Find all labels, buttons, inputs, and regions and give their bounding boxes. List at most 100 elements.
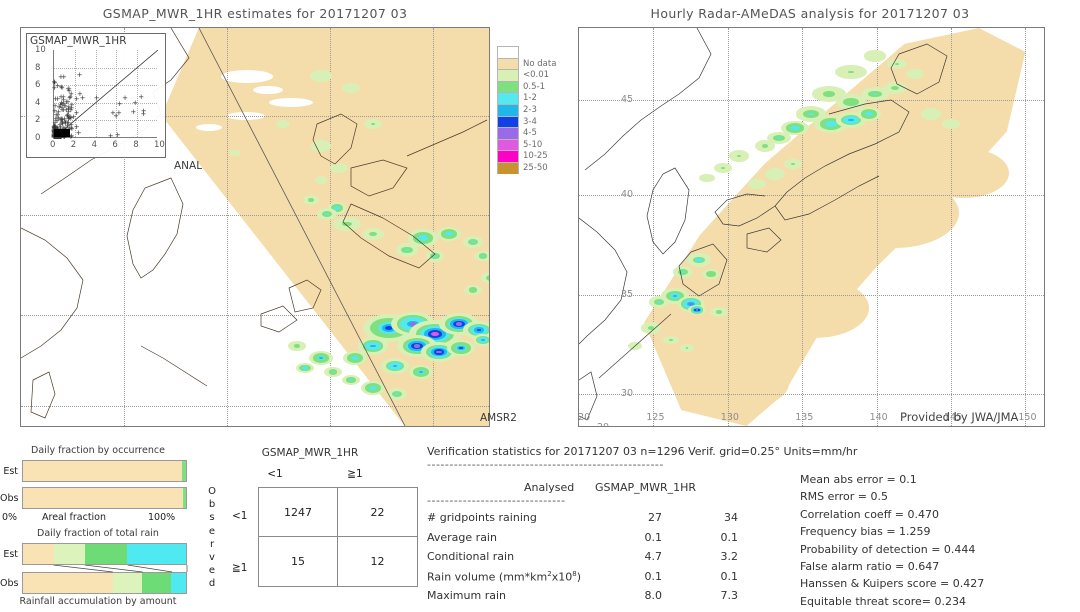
- bar-segment: [23, 544, 54, 564]
- legend-swatch: [497, 161, 519, 174]
- stat-row-label: Conditional rain: [427, 550, 515, 563]
- bar-segment: [127, 544, 186, 564]
- score-line: Equitable threat score= 0.234: [800, 594, 966, 608]
- longitude-tick: 135: [795, 412, 814, 423]
- precip-color-legend: No data <0.01 0.5-1 1-2 2-3 3-4 4-5 5-10 10-25 25…: [497, 46, 556, 174]
- contingency-cell[interactable]: 22: [338, 488, 417, 537]
- legend-label: 3-4: [523, 116, 537, 127]
- bar-segment: [182, 488, 186, 508]
- bar-segment: [171, 573, 186, 593]
- stats-rule-mid: -------------------------------: [427, 494, 566, 507]
- stat-row-label: Maximum rain: [427, 589, 506, 602]
- legend-swatch: [497, 69, 519, 81]
- contingency-table[interactable]: 1247 22 15 12: [258, 487, 418, 587]
- stat-value-estimate: 0.1: [720, 569, 739, 583]
- legend-label: <0.01: [523, 70, 550, 81]
- legend-label: 2-3: [523, 105, 537, 115]
- scatter-y-tick: 4: [35, 97, 41, 108]
- bar-segment: [141, 573, 172, 593]
- contingency-title: GSMAP_MWR_1HR: [261, 447, 359, 459]
- radar-amedas-map[interactable]: 4540353012012513013514014515020: [578, 27, 1045, 427]
- bar-chart-title: Daily fraction by occurrence: [31, 445, 165, 456]
- bar-track: [22, 487, 187, 509]
- contingency-row-header-1: ≧1: [232, 562, 248, 574]
- stats-header: Verification statistics for 20171207 03 …: [427, 445, 858, 458]
- bar-segment: [53, 544, 85, 564]
- score-line: Frequency bias = 1.259: [800, 525, 931, 539]
- contingency-cell[interactable]: 12: [338, 537, 417, 586]
- right-panel-title: Hourly Radar-AMeDAS analysis for 2017120…: [650, 6, 970, 21]
- stat-value-estimate: 3.2: [720, 550, 739, 563]
- legend-swatch: [497, 127, 519, 139]
- scatter-x-tick: 2: [70, 140, 77, 150]
- contingency-cell[interactable]: 1247: [259, 488, 338, 537]
- contingency-row-header-0: <1: [232, 510, 248, 522]
- score-line: Probability of detection = 0.444: [800, 542, 976, 556]
- scatter-y-tick: 6: [35, 80, 41, 91]
- stats-rule-top: ----------------------------------------…: [427, 458, 664, 471]
- legend-label: 0.5-1: [523, 81, 545, 92]
- legend-swatch: [497, 150, 519, 162]
- stats-col-header-estimate: GSMAP_MWR_1HR: [595, 481, 697, 494]
- bar-row-label: Est: [3, 549, 18, 560]
- legend-swatch: [497, 103, 519, 116]
- bar-chart-title: Daily fraction of total rain: [37, 528, 159, 539]
- stats-col-header-analysed: Analysed: [524, 481, 575, 494]
- stat-value-analysed: 4.7: [644, 550, 663, 563]
- left-panel-title: GSMAP_MWR_1HR estimates for 20171207 03: [102, 6, 408, 21]
- stat-value-analysed: 0.1: [644, 530, 663, 544]
- bar-segment: [23, 461, 182, 481]
- bar-segment: [181, 461, 186, 481]
- anal-label: ANAL: [174, 160, 203, 172]
- longitude-tick: 150: [1018, 412, 1037, 423]
- legend-label: 25-50: [523, 163, 548, 173]
- contingency-col-header-0: <1: [267, 468, 283, 480]
- legend-swatch: [497, 115, 519, 128]
- score-line: False alarm ratio = 0.647: [800, 560, 940, 573]
- legend-swatch: [497, 80, 519, 93]
- scatter-y-tick: 2: [35, 115, 41, 126]
- latitude-tick: 45: [621, 93, 634, 105]
- stat-row-label: # gridpoints raining: [427, 511, 537, 524]
- bar-segment: [23, 488, 183, 508]
- stat-row-label: Average rain: [427, 530, 497, 544]
- observed-axis-label: Observed: [208, 486, 216, 590]
- legend-swatch: [497, 57, 519, 70]
- scatter-y-tick: 0: [35, 133, 41, 143]
- latitude-tick: 40: [621, 189, 634, 201]
- amsr2-label: AMSR2: [480, 412, 517, 424]
- contingency-cell[interactable]: 15: [259, 537, 338, 586]
- score-line: Mean abs error = 0.1: [800, 473, 917, 486]
- scatter-inset[interactable]: + + + + + + + + + + + + + + + + + + + + + + + + + + + + + + + + + + + + + + + +…: [26, 33, 166, 158]
- score-line: Hanssen & Kuipers score = 0.427: [800, 577, 985, 591]
- axis-label: Areal fraction: [42, 512, 107, 523]
- stat-row-label: Rain volume (mm*km2x108): [427, 569, 581, 584]
- stat-value-estimate: 34: [724, 511, 738, 524]
- axis-label: Rainfall accumulation by amount: [19, 596, 177, 607]
- longitude-tick: 120: [578, 412, 591, 423]
- bar-segment: [23, 573, 113, 593]
- axis-min-label: 0%: [2, 512, 18, 523]
- axis-max-label: 100%: [148, 512, 176, 523]
- scatter-y-tick: 8: [35, 62, 41, 73]
- legend-label: 10-25: [523, 151, 548, 162]
- stat-value-estimate: 0.1: [720, 530, 739, 544]
- legend-label: No data: [523, 58, 557, 69]
- scatter-x-tick: 6: [112, 140, 118, 150]
- stat-value-analysed: 0.1: [644, 569, 663, 583]
- contingency-col-header-1: ≧1: [347, 468, 363, 480]
- bar-row-label: Est: [3, 466, 18, 477]
- legend-swatch: [497, 138, 519, 151]
- stat-value-analysed: 27: [648, 511, 662, 524]
- score-line: Correlation coeff = 0.470: [800, 507, 939, 521]
- legend-label: 5-10: [523, 139, 543, 150]
- bar-row-label: Obs: [0, 578, 19, 589]
- scatter-x-tick: 8: [133, 140, 139, 150]
- longitude-corner-label: 20: [597, 422, 609, 426]
- latitude-tick: 35: [621, 288, 634, 300]
- legend-label: 1-2: [523, 93, 537, 104]
- longitude-tick: 125: [646, 412, 665, 423]
- scatter-x-tick: 0: [50, 140, 56, 150]
- stat-value-analysed: 8.0: [644, 589, 663, 602]
- stat-value-estimate: 7.3: [720, 589, 739, 602]
